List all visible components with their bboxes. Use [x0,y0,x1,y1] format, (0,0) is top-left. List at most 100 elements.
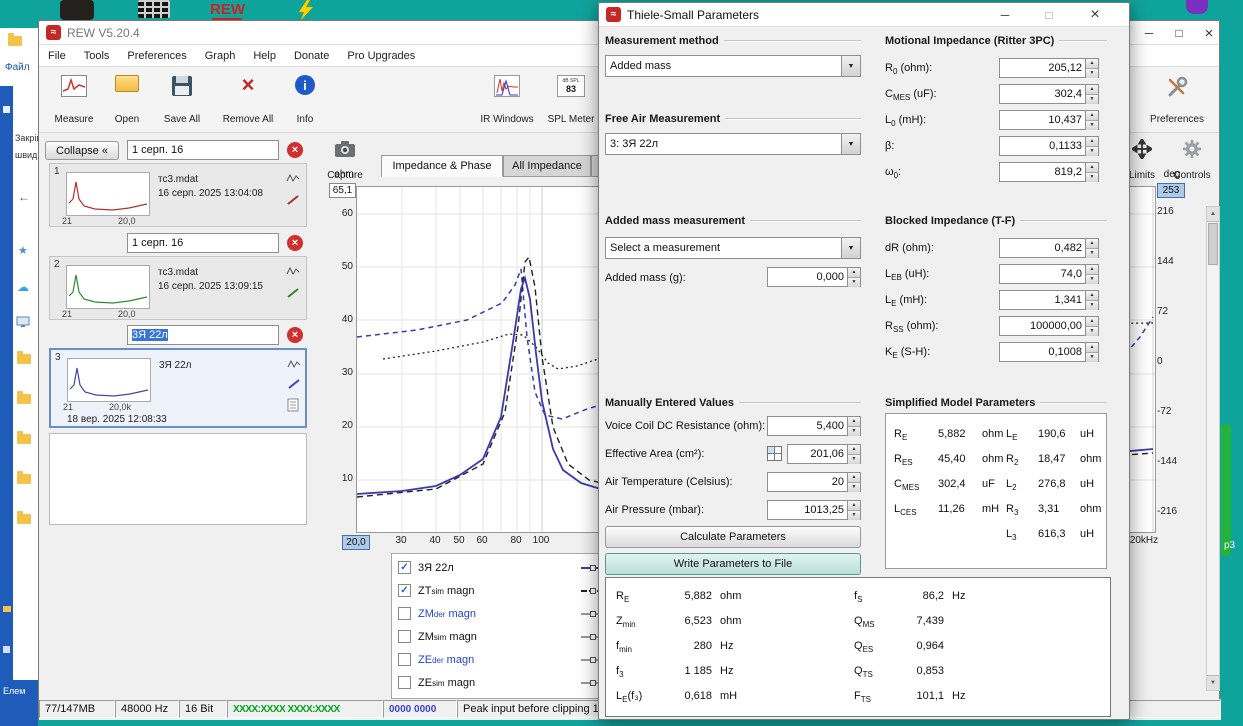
spinner[interactable]: ▲▼ [1085,59,1098,77]
spinner[interactable]: ▲▼ [1085,163,1098,181]
spinner[interactable]: ▲▼ [1085,137,1098,155]
effective-area-field[interactable]: 201,06 ▲▼ [787,444,861,464]
tree-folder-icon[interactable] [17,354,31,364]
trace-color-icon[interactable] [286,287,302,301]
spl-meter-button[interactable]: dB SPL 83 SPL Meter [543,71,599,129]
save-all-button[interactable]: Save All [153,71,211,129]
cmes-field[interactable]: 302,4▲▼ [999,84,1099,104]
added-mass-combo[interactable]: Select a measurement▼ [605,237,861,259]
delete-measurement-1-button[interactable]: × [287,142,303,158]
tree-folder-icon[interactable] [17,394,31,404]
tree-folder-icon[interactable] [17,434,31,444]
info-button[interactable]: i Info [285,71,325,129]
spinner[interactable]: ▲▼ [1085,239,1098,257]
vertical-scrollbar[interactable]: ▲ ▼ [1206,206,1220,691]
menu-donate[interactable]: Donate [285,50,338,62]
area-calculator-icon[interactable] [767,446,782,461]
measurement-name-input-2[interactable]: 1 серп. 16 [127,233,279,253]
spinner[interactable]: ▲▼ [1085,291,1098,309]
measure-button[interactable]: Measure [47,71,101,129]
legend-checkbox[interactable]: ✓ [398,584,411,597]
dialog-titlebar[interactable]: ≈ Thiele-Small Parameters ─ □ × [599,3,1129,27]
rss-field[interactable]: 100000,00▲▼ [999,316,1099,336]
dr-field[interactable]: 0,482▲▼ [999,238,1099,258]
measurement-name-input-1[interactable]: 1 серп. 16 [127,140,279,160]
combo-arrow-icon[interactable]: ▼ [841,134,860,154]
combo-arrow-icon[interactable]: ▼ [841,238,860,258]
delete-measurement-3-button[interactable]: × [287,327,303,343]
remove-all-button[interactable]: × Remove All [215,71,281,129]
desktop-icon-purple-app[interactable] [1186,0,1208,14]
legend-checkbox[interactable]: ✓ [398,561,411,574]
scrollbar-thumb[interactable] [1208,223,1218,265]
measurement-card-3[interactable]: 3 3Я 22л 21 20,0k 18 вер. 2025 12:08:33 [49,348,307,428]
l0-field[interactable]: 10,437▲▼ [999,110,1099,130]
spinner[interactable]: ▲▼ [847,445,860,463]
menu-preferences[interactable]: Preferences [118,50,195,62]
calculate-parameters-button[interactable]: Calculate Parameters [605,526,861,548]
measurement-card-1[interactable]: 1 тс3.mdat 16 серп. 2025 13:04:08 21 20,… [49,163,307,227]
this-pc-icon[interactable] [16,316,30,328]
ke-field[interactable]: 0,1008▲▼ [999,342,1099,362]
trace-color-icon[interactable] [286,194,302,208]
scroll-down-arrow[interactable]: ▼ [1207,675,1219,690]
nav-glyph-2[interactable] [3,646,10,653]
spinner[interactable]: ▲▼ [1085,85,1098,103]
legend-checkbox[interactable] [398,653,411,666]
le-field[interactable]: 1,341▲▼ [999,290,1099,310]
tab-all-impedance[interactable]: All Impedance [503,155,591,177]
r0-field[interactable]: 205,12▲▼ [999,58,1099,78]
trace-options-icon[interactable] [286,265,302,279]
measurement-method-combo[interactable]: Added mass▼ [605,55,861,77]
desktop-icon-rew-logo[interactable]: REW [210,1,245,18]
spinner[interactable]: ▲▼ [1085,111,1098,129]
tree-folder-icon[interactable] [17,474,31,484]
dc-resistance-field[interactable]: 5,400 ▲▼ [767,416,861,436]
legend-checkbox[interactable] [398,630,411,643]
free-air-combo[interactable]: 3: 3Я 22л▼ [605,133,861,155]
omega0-field[interactable]: 819,2▲▼ [999,162,1099,182]
onedrive-cloud-icon[interactable]: ☁ [17,280,29,294]
leb-field[interactable]: 74,0▲▼ [999,264,1099,284]
spinner[interactable]: ▲▼ [847,501,860,519]
delete-measurement-2-button[interactable]: × [287,235,303,251]
menu-file[interactable]: File [39,50,75,62]
scroll-up-arrow[interactable]: ▲ [1207,207,1219,222]
trace-options-icon[interactable] [286,172,302,186]
close-button[interactable]: × [1195,24,1223,42]
legend-checkbox[interactable] [398,676,411,689]
measurement-name-input-3[interactable]: 3Я 22л [127,325,279,345]
menu-graph[interactable]: Graph [196,50,245,62]
spinner[interactable]: ▲▼ [847,473,860,491]
open-button[interactable]: Open [103,71,151,129]
trace-options-icon[interactable] [287,358,303,372]
added-mass-field[interactable]: 0,000 ▲▼ [767,267,861,287]
combo-arrow-icon[interactable]: ▼ [841,56,860,76]
ir-windows-button[interactable]: IR Windows [475,71,539,129]
nav-folder-glyph[interactable] [3,606,11,612]
spinner[interactable]: ▲▼ [847,268,860,286]
menu-help[interactable]: Help [244,50,285,62]
desktop-icon-dark-app[interactable] [60,0,94,20]
maximize-button[interactable]: □ [1165,24,1193,42]
explorer-menu-file[interactable]: Файл [5,62,30,73]
dialog-minimize-button[interactable]: ─ [991,6,1019,24]
x-axis-min-box[interactable]: 20,0 [342,535,370,550]
menu-pro-upgrades[interactable]: Pro Upgrades [338,50,424,62]
dialog-maximize-button[interactable]: □ [1035,6,1063,24]
desktop-file-label[interactable]: p3 [1224,540,1235,551]
menu-tools[interactable]: Tools [75,50,119,62]
nav-glyph[interactable] [3,106,10,113]
legend-checkbox[interactable] [398,607,411,620]
desktop-icon-grid-app[interactable] [138,0,170,18]
lightning-icon[interactable] [296,0,316,20]
trace-color-icon[interactable] [287,378,303,392]
spinner[interactable]: ▲▼ [1085,343,1098,361]
tree-folder-icon[interactable] [17,514,31,524]
tab-impedance-phase[interactable]: Impedance & Phase [381,155,503,177]
dialog-close-button[interactable]: × [1081,6,1109,24]
notes-icon[interactable] [287,398,303,412]
back-arrow-icon[interactable]: ← [18,190,30,204]
air-pressure-field[interactable]: 1013,25 ▲▼ [767,500,861,520]
quick-access-star-icon[interactable]: ★ [18,244,28,257]
